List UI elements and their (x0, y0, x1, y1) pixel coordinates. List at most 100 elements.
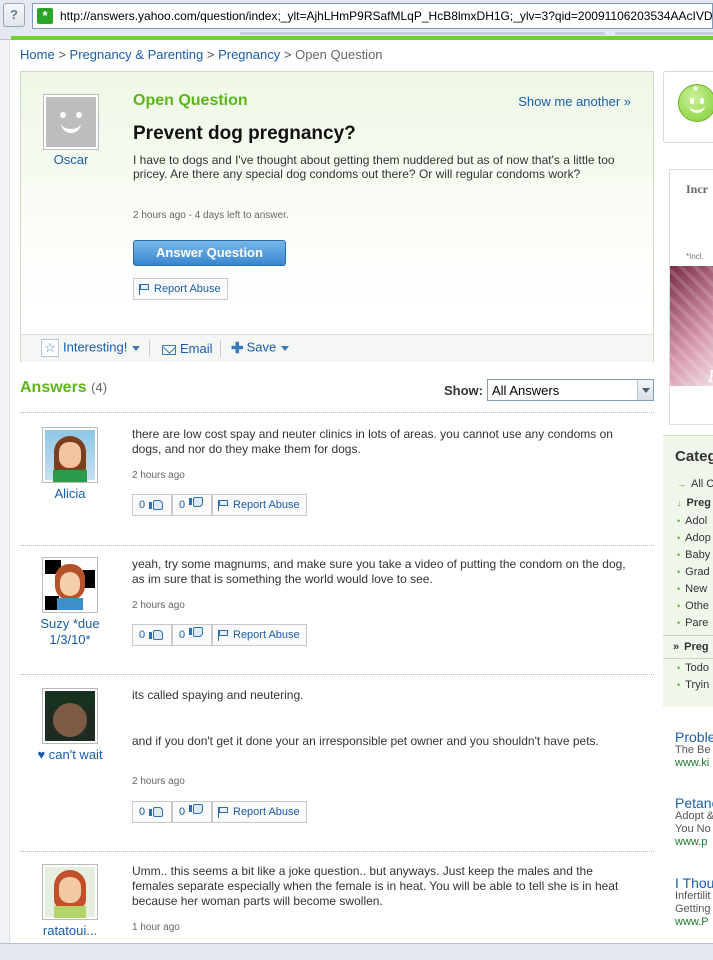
show-another-link[interactable]: Show me another » (518, 94, 631, 109)
browser-status-bar (0, 943, 713, 960)
category-item[interactable]: • Adop (677, 532, 711, 544)
breadcrumb-home[interactable]: Home (20, 47, 55, 62)
thumbs-down-icon (189, 628, 202, 639)
thumbs-up-button[interactable]: 0 (132, 801, 172, 823)
help-icon[interactable]: ? (3, 3, 25, 27)
envelope-icon (162, 344, 176, 355)
sponsored-link[interactable]: I Thou Infertilit Getting www.P (675, 877, 713, 929)
sponsored-desc: Getting (675, 903, 711, 915)
answer-question-button[interactable]: Answer Question (133, 240, 286, 266)
category-selected[interactable]: » Preg (673, 641, 709, 653)
question-panel: Oscar Open Question Show me another » Pr… (20, 71, 654, 362)
report-abuse-label: Report Abuse (233, 499, 300, 511)
bullet-icon: • (677, 516, 681, 526)
answerer-avatar[interactable] (42, 427, 98, 483)
divider (20, 851, 654, 852)
sponsored-desc: Infertilit (675, 890, 711, 902)
category-label: Adop (685, 532, 711, 544)
sponsored-link[interactable]: Petanc Adopt & You No www.p (675, 797, 713, 849)
report-abuse-button[interactable]: Report Abuse (212, 801, 307, 823)
thumbs-up-count: 0 (139, 806, 146, 818)
yahoo-answers-favicon-icon: * (37, 8, 53, 24)
arrow-down-icon: ↓ (677, 498, 682, 508)
answerer-name[interactable]: Alicia (28, 486, 112, 502)
answers-filter-select[interactable]: All Answers (487, 379, 654, 401)
breadcrumb-pregnancy-parenting[interactable]: Pregnancy & Parenting (70, 47, 204, 62)
category-all[interactable]: → All C (677, 478, 713, 490)
report-abuse-button[interactable]: Report Abuse (212, 624, 307, 646)
answerer-name[interactable]: Suzy *due 1/3/10* (28, 616, 112, 648)
toolbar-divider (220, 340, 221, 357)
answerer-avatar[interactable] (42, 864, 98, 920)
answerer-avatar[interactable] (42, 688, 98, 744)
sponsored-title[interactable]: I Thou (675, 877, 713, 890)
answerer-avatar[interactable] (42, 557, 98, 613)
asker-avatar[interactable] (43, 94, 99, 150)
email-button[interactable]: Email (162, 341, 213, 356)
question-status: Open Question (133, 92, 248, 109)
sponsored-desc: The Be (675, 744, 711, 756)
ad-script-text: H (708, 366, 713, 387)
thumbs-down-button[interactable]: 0 (172, 494, 212, 516)
breadcrumb-pregnancy[interactable]: Pregnancy (218, 47, 280, 62)
subcategory-item[interactable]: • Tryin (677, 679, 709, 691)
answerer-name[interactable]: ratatoui... (28, 923, 112, 939)
category-item[interactable]: • Pare (677, 617, 708, 629)
advertisement[interactable]: Incr *Incl. H (669, 169, 713, 425)
chevron-down-icon (132, 345, 141, 351)
category-item[interactable]: • New (677, 583, 707, 595)
interesting-label: Interesting! (63, 339, 128, 355)
avatar-image (45, 430, 95, 482)
bullet-icon: • (677, 663, 681, 673)
question-meta: 2 hours ago - 4 days left to answer. (133, 210, 289, 221)
toolbar-divider (240, 32, 605, 35)
avatar-eye (60, 112, 66, 118)
sponsored-title[interactable]: Proble (675, 731, 713, 744)
sponsored-desc: Adopt & (675, 810, 713, 822)
category-label: Todo (685, 662, 710, 674)
question-toolbar: ☆ Interesting! Email ✚ Save (21, 334, 653, 362)
subcategory-item[interactable]: • Todo (677, 662, 709, 674)
chevron-down-icon[interactable] (637, 380, 653, 400)
interesting-button[interactable]: ☆ Interesting! (41, 339, 141, 357)
category-pregnancy-parenting[interactable]: ↓ Preg (677, 497, 711, 509)
right-sidebar: * Incr *Incl. H Categ → All C ↓ Preg • Adol… (663, 71, 713, 941)
ad-image (670, 266, 713, 386)
thumbs-down-button[interactable]: 0 (172, 801, 212, 823)
sponsored-url[interactable]: www.p (675, 836, 713, 849)
category-item[interactable]: • Othe (677, 600, 709, 612)
answerer-name[interactable]: ♥ can't wait (28, 747, 112, 763)
bullet-icon: • (677, 601, 681, 611)
ask-box[interactable]: * (663, 71, 713, 143)
sponsored-url[interactable]: www.P (675, 916, 713, 929)
category-item[interactable]: • Baby (677, 549, 710, 561)
bullet-icon: • (677, 680, 681, 690)
breadcrumb-separator: > (58, 47, 66, 62)
flag-icon (218, 630, 229, 641)
email-label: Email (180, 341, 213, 356)
answers-count: (4) (91, 380, 108, 395)
thumbs-down-icon (189, 498, 202, 509)
url-text[interactable]: http://answers.yahoo.com/question/index;… (60, 9, 713, 23)
page-gutter (0, 40, 10, 945)
report-abuse-button[interactable]: Report Abuse (212, 494, 307, 516)
report-abuse-button[interactable]: Report Abuse (133, 278, 228, 300)
address-bar[interactable]: * http://answers.yahoo.com/question/inde… (32, 3, 713, 29)
category-item[interactable]: • Grad (677, 566, 710, 578)
thumbs-up-button[interactable]: 0 (132, 624, 172, 646)
arrow-right-icon: → (677, 479, 686, 489)
asker-name[interactable]: Oscar (41, 152, 101, 167)
toolbar-divider (615, 32, 713, 35)
thumbs-down-count: 0 (179, 499, 186, 511)
sponsored-title[interactable]: Petanc (675, 797, 713, 810)
breadcrumb-separator: > (283, 47, 292, 62)
category-item[interactable]: • Adol (677, 515, 707, 527)
browser-toolbar: ? * http://answers.yahoo.com/question/in… (0, 0, 713, 40)
sponsored-link[interactable]: Proble The Be www.ki (675, 731, 713, 770)
double-chevron-icon: » (673, 641, 680, 653)
sponsored-url[interactable]: www.ki (675, 757, 713, 770)
thumbs-up-button[interactable]: 0 (132, 494, 172, 516)
save-button[interactable]: ✚ Save (231, 339, 290, 357)
answer-time: 2 hours ago (132, 600, 185, 611)
thumbs-down-button[interactable]: 0 (172, 624, 212, 646)
